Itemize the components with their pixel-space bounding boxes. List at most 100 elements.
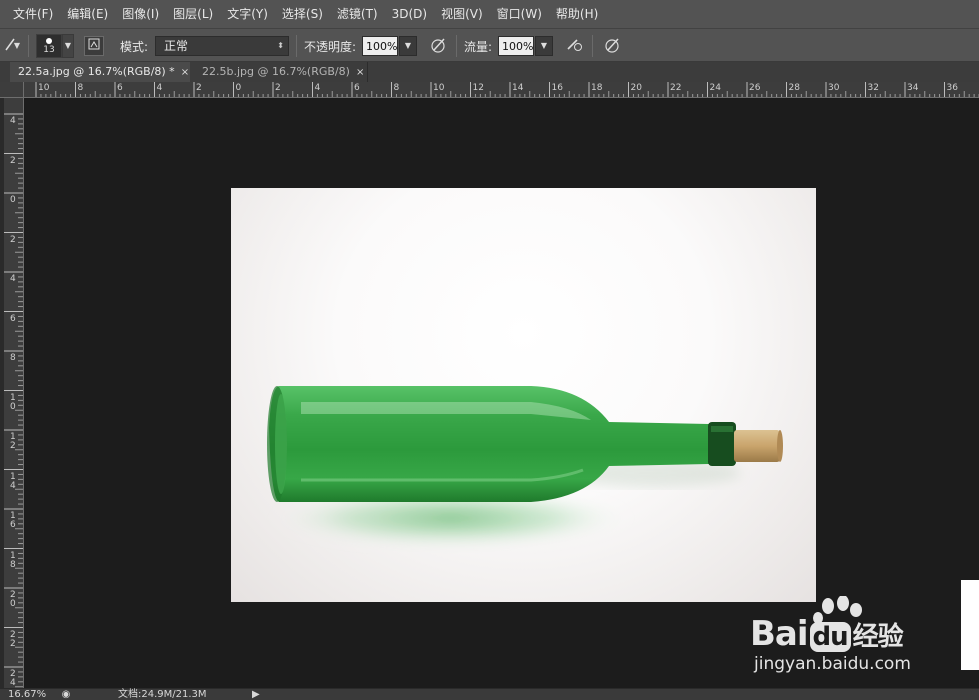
menu-layer[interactable]: 图层(L) [166, 0, 220, 28]
watermark-brand-tail: du [809, 622, 851, 652]
separator [456, 35, 457, 57]
document-size: 文档:24.9M/21.3M [118, 689, 207, 700]
ruler-tick-label: 26 [749, 83, 761, 93]
tools-panel-edge [0, 98, 4, 688]
brush-size-picker[interactable]: 13 [36, 34, 62, 58]
ruler-tick-label: 14 [512, 83, 524, 93]
ruler-tick-label: 20 [10, 590, 16, 609]
tab-22-5a[interactable]: 22.5a.jpg @ 16.7%(RGB/8) * × [10, 62, 190, 82]
side-panel-card [961, 580, 979, 670]
ruler-tick-label: 16 [10, 511, 16, 530]
separator [296, 35, 297, 57]
options-bar: ▼ 13 ▼ 模式: 正常 ⬍ 不透明度: 100% ▼ 流量: 100% ▼ [0, 28, 979, 62]
menu-bar: 文件(F) 编辑(E) 图像(I) 图层(L) 文字(Y) 选择(S) 滤镜(T… [0, 0, 979, 28]
menu-filter[interactable]: 滤镜(T) [330, 0, 385, 28]
menu-image[interactable]: 图像(I) [115, 0, 166, 28]
ruler-tick-label: 32 [867, 83, 879, 93]
ruler-tick-label: 16 [551, 83, 563, 93]
watermark-url: jingyan.baidu.com [754, 654, 911, 674]
ruler-tick-label: 2 [10, 155, 16, 166]
status-bar: 16.67% ◉ 文档:24.9M/21.3M ▶ [0, 688, 979, 700]
mode-label: 模式: [120, 39, 149, 54]
ruler-tick-label: 8 [77, 83, 84, 93]
ruler-tick-label: 18 [591, 83, 603, 93]
ruler-tick-label: 34 [907, 83, 919, 93]
ruler-tick-label: 10 [10, 392, 16, 412]
ruler-tick-label: 8 [10, 353, 16, 363]
brush-size-value: 13 [43, 45, 55, 55]
menu-type[interactable]: 文字(Y) [220, 0, 275, 28]
close-icon[interactable]: × [356, 63, 364, 83]
ruler-tick-label: 6 [117, 83, 123, 93]
ruler-tick-label: 4 [314, 83, 321, 93]
watermark-brand-cn: 经验 [852, 622, 904, 652]
tab-label: 22.5a.jpg @ 16.7%(RGB/8) * [18, 65, 175, 78]
watermark-brand-latin: Bai [750, 614, 809, 654]
brush-preset-dropdown[interactable]: ▼ [62, 34, 74, 58]
menu-3d[interactable]: 3D(D) [385, 0, 434, 28]
ruler-origin[interactable] [0, 82, 24, 98]
ruler-tick-label: 24 [709, 83, 721, 93]
brush-tip-icon [46, 38, 52, 44]
ruler-tick-label: 4 [10, 274, 16, 284]
document-tabs: 22.5a.jpg @ 16.7%(RGB/8) * × 22.5b.jpg @ … [0, 62, 979, 82]
tab-label: 22.5b.jpg @ 16.7%(RGB/8) [202, 65, 350, 78]
photoshop-window: 文件(F) 编辑(E) 图像(I) 图层(L) 文字(Y) 选择(S) 滤镜(T… [0, 0, 979, 700]
ruler-tick-label: 28 [788, 83, 800, 93]
ruler-tick-label: 2 [196, 83, 202, 93]
status-info-icon[interactable]: ◉ [60, 689, 72, 700]
bottle-photo [267, 386, 783, 548]
separator [592, 35, 593, 57]
menu-edit[interactable]: 编辑(E) [60, 0, 115, 28]
ruler-tick-label: 2 [10, 234, 16, 245]
ruler-tick-label: 30 [828, 83, 840, 93]
ruler-tick-label: 4 [156, 83, 163, 93]
menu-view[interactable]: 视图(V) [434, 0, 490, 28]
ruler-tick-label: 36 [946, 83, 958, 93]
flow-input[interactable]: 100% [498, 36, 534, 56]
menu-select[interactable]: 选择(S) [275, 0, 330, 28]
ruler-tick-label: 4 [10, 116, 16, 126]
mode-select[interactable]: 正常 ⬍ [155, 36, 289, 56]
ruler-tick-label: 0 [235, 83, 242, 93]
tab-22-5b[interactable]: 22.5b.jpg @ 16.7%(RGB/8) × [194, 62, 368, 82]
ruler-tick-label: 12 [10, 432, 16, 451]
separator [28, 35, 29, 57]
ruler-tick-label: 10 [38, 83, 50, 93]
watermark-brand: Bai du 经验 [750, 614, 904, 654]
ruler-tick-label: 22 [10, 629, 16, 649]
ruler-tick-label: 12 [472, 83, 484, 93]
airbrush-icon[interactable] [564, 36, 584, 56]
opacity-slider-dropdown[interactable]: ▼ [399, 36, 417, 56]
ruler-tick-label: 24 [10, 669, 16, 688]
opacity-label: 不透明度: [304, 39, 357, 54]
zoom-level[interactable]: 16.67% [8, 689, 46, 700]
ruler-tick-label: 20 [630, 83, 642, 93]
baidu-jingyan-watermark: Bai du 经验 jingyan.baidu.com [748, 595, 938, 676]
status-menu-arrow-icon[interactable]: ▶ [252, 689, 260, 700]
flow-label: 流量: [464, 39, 493, 54]
select-arrows-icon: ⬍ [277, 41, 284, 50]
close-icon[interactable]: × [181, 63, 189, 83]
ruler-tick-label: 6 [10, 313, 16, 324]
ruler-tick-label: 18 [10, 550, 16, 570]
pressure-opacity-icon[interactable] [428, 36, 448, 56]
horizontal-ruler[interactable]: 10 8 6 4 2 0 2 4 6 8 10 12 14 16 18 20 22 24 26 28 30 32 34 36 [24, 82, 979, 98]
opacity-input[interactable]: 100% [362, 36, 398, 56]
ruler-tick-label: 22 [670, 83, 682, 93]
brush-panel-toggle-icon[interactable] [84, 36, 104, 56]
ruler-tick-label: 10 [433, 83, 445, 93]
document-canvas[interactable] [231, 188, 816, 602]
ruler-tick-label: 0 [10, 195, 16, 205]
ruler-tick-label: 14 [10, 471, 16, 491]
tool-preset-dropdown-icon[interactable]: ▼ [10, 36, 24, 56]
mode-value: 正常 [164, 39, 189, 53]
ruler-tick-label: 8 [393, 83, 400, 93]
ruler-tick-label: 6 [354, 83, 360, 93]
flow-slider-dropdown[interactable]: ▼ [535, 36, 553, 56]
ruler-tick-label: 2 [275, 83, 281, 93]
menu-file[interactable]: 文件(F) [6, 0, 60, 28]
pressure-size-icon[interactable] [602, 36, 622, 56]
menu-window[interactable]: 窗口(W) [490, 0, 549, 28]
menu-help[interactable]: 帮助(H) [549, 0, 605, 28]
